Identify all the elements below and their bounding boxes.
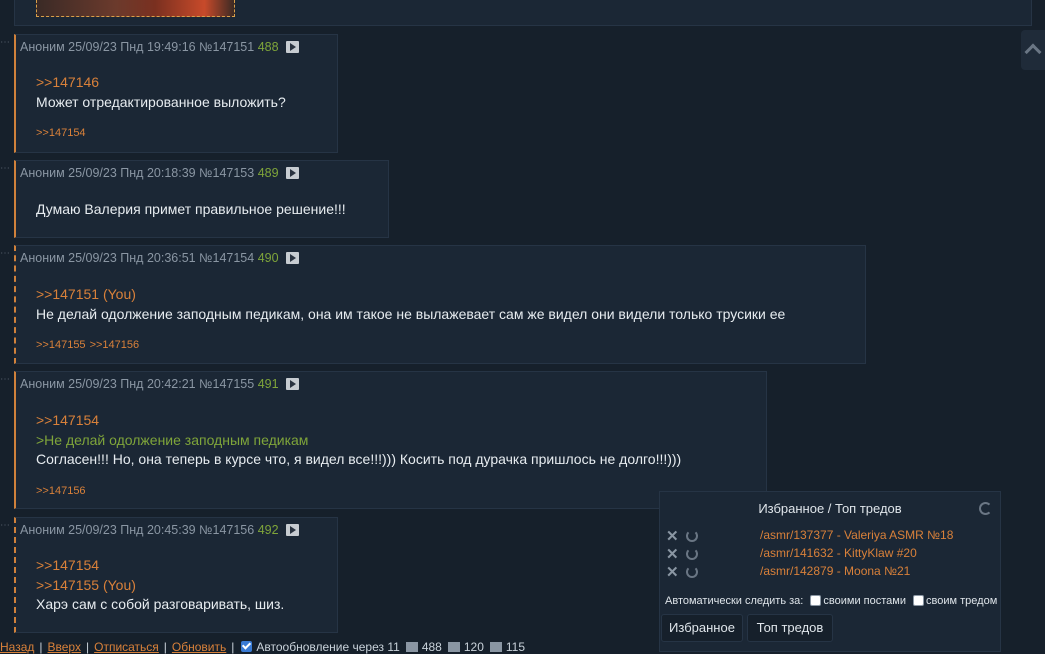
scroll-up-icon[interactable] xyxy=(1021,30,1045,70)
favorite-item: ✕ /asmr/141632 - KittyKlaw #20 xyxy=(666,545,986,563)
post-message: Харэ сам с собой разговаривать, шиз. xyxy=(36,596,285,612)
post-replies: >>147154 xyxy=(36,127,90,139)
post-147154: Аноним 25/09/23 Пнд 20:36:51 №147154 490… xyxy=(14,245,866,364)
post-body: >>147154 >>147155 (You) Харэ сам с собой… xyxy=(36,556,284,615)
post-number: 491 xyxy=(257,377,279,391)
close-icon[interactable]: ✕ xyxy=(666,527,679,545)
refresh-icon[interactable] xyxy=(979,502,992,515)
play-icon[interactable] xyxy=(286,252,300,264)
files-icon xyxy=(447,642,460,652)
post-id[interactable]: №147151 xyxy=(199,40,254,54)
reply-backlink[interactable]: >>147156 xyxy=(90,339,140,351)
reply-link[interactable]: >>147151 (You) xyxy=(36,285,785,305)
post-author: Аноним xyxy=(20,166,65,180)
post-dots-icon: ⋯ xyxy=(0,520,11,531)
post-147155: Аноним 25/09/23 Пнд 20:42:21 №147155 491… xyxy=(14,371,767,509)
close-icon[interactable]: ✕ xyxy=(666,545,679,563)
post-header: Аноним 25/09/23 Пнд 20:36:51 №147154 490 xyxy=(20,251,300,265)
play-icon[interactable] xyxy=(286,524,300,536)
refresh-icon[interactable] xyxy=(686,548,698,560)
post-body: >>147151 (You) Не делай одолжение заподн… xyxy=(36,285,785,324)
post-id[interactable]: №147154 xyxy=(199,251,254,265)
watch-own-posts-label: своими постами xyxy=(823,595,906,607)
post-dots-icon: ⋯ xyxy=(0,248,11,259)
auto-watch-row: Автоматически следить за: своими постами… xyxy=(665,595,997,607)
post-header: Аноним 25/09/23 Пнд 20:42:21 №147155 491 xyxy=(20,377,300,391)
post-number: 489 xyxy=(257,166,279,180)
favorite-item: ✕ /asmr/142879 - Moona №21 xyxy=(666,563,986,581)
reply-backlink[interactable]: >>147154 xyxy=(36,127,86,139)
post-replies: >>147155 >>147156 xyxy=(36,339,143,351)
post-date: 25/09/23 Пнд 19:49:16 xyxy=(68,40,196,54)
tab-top-threads[interactable]: Топ тредов xyxy=(747,614,833,642)
autoupdate-checkbox[interactable] xyxy=(241,641,253,652)
post-body: >>147146 Может отредактированное выложит… xyxy=(36,73,286,112)
play-icon[interactable] xyxy=(286,378,300,390)
users-icon xyxy=(489,642,502,652)
post-body: Думаю Валерия примет правильное решение!… xyxy=(36,200,346,220)
post-id[interactable]: №147155 xyxy=(199,377,254,391)
post-header: Аноним 25/09/23 Пнд 19:49:16 №147151 488 xyxy=(20,40,300,54)
checkbox-icon[interactable] xyxy=(913,595,925,606)
refresh-icon[interactable] xyxy=(686,566,698,578)
post-message: Согласен!!! Но, она теперь в курсе что, … xyxy=(36,451,682,467)
reply-backlink[interactable]: >>147156 xyxy=(36,485,86,497)
favorite-item: ✕ /asmr/137377 - Valeriya ASMR №18 xyxy=(666,527,986,545)
post-date: 25/09/23 Пнд 20:45:39 xyxy=(68,523,196,537)
post-author: Аноним xyxy=(20,40,65,54)
post-author: Аноним xyxy=(20,523,65,537)
post-date: 25/09/23 Пнд 20:18:39 xyxy=(68,166,196,180)
favorite-link[interactable]: /asmr/142879 - Moona №21 xyxy=(760,564,910,578)
favorites-title: Избранное / Топ тредов xyxy=(758,501,902,516)
play-icon[interactable] xyxy=(286,41,300,53)
reply-link[interactable]: >>147154 xyxy=(36,556,284,576)
reply-link[interactable]: >>147146 xyxy=(36,73,286,93)
checkbox-icon[interactable] xyxy=(810,595,822,606)
tab-favorites[interactable]: Избранное xyxy=(661,614,743,642)
post-message: Не делай одолжение заподным педикам, она… xyxy=(36,305,786,322)
post-message: Думаю Валерия примет правильное решение!… xyxy=(36,201,346,217)
watch-own-thread-label: своим тредом xyxy=(926,595,998,607)
post-author: Аноним xyxy=(20,251,65,265)
reply-link[interactable]: >>147155 (You) xyxy=(36,576,284,596)
quote-greentext: >Не делай одолжение заподным педикам xyxy=(36,431,309,448)
post-dots-icon: ⋯ xyxy=(0,37,11,48)
post-number: 490 xyxy=(257,251,279,265)
post-header: Аноним 25/09/23 Пнд 20:45:39 №147156 492 xyxy=(20,523,300,537)
post-id[interactable]: №147156 xyxy=(199,523,254,537)
favorites-panel: Избранное / Топ тредов ✕ /asmr/137377 - … xyxy=(659,491,1001,652)
post-number: 492 xyxy=(257,523,279,537)
play-icon[interactable] xyxy=(286,167,300,179)
post-number: 488 xyxy=(257,40,279,54)
refresh-icon[interactable] xyxy=(686,530,698,542)
post-date: 25/09/23 Пнд 20:42:21 xyxy=(68,377,196,391)
post-date: 25/09/23 Пнд 20:36:51 xyxy=(68,251,196,265)
post-147153: Аноним 25/09/23 Пнд 20:18:39 №147153 489… xyxy=(14,160,389,238)
close-icon[interactable]: ✕ xyxy=(666,563,679,581)
favorite-link[interactable]: /asmr/137377 - Valeriya ASMR №18 xyxy=(760,528,953,542)
previous-post-fragment xyxy=(14,0,1032,26)
post-body: >>147154 >Не делай одолжение заподным пе… xyxy=(36,411,681,470)
reply-link[interactable]: >>147154 xyxy=(36,411,681,431)
post-147151: Аноним 25/09/23 Пнд 19:49:16 №147151 488… xyxy=(14,34,338,153)
reply-backlink[interactable]: >>147155 xyxy=(36,339,86,351)
post-header: Аноним 25/09/23 Пнд 20:18:39 №147153 489 xyxy=(20,166,300,180)
post-image-thumbnail[interactable] xyxy=(36,0,235,17)
favorite-link[interactable]: /asmr/141632 - KittyKlaw #20 xyxy=(760,546,917,560)
post-id[interactable]: №147153 xyxy=(199,166,254,180)
posts-icon xyxy=(405,642,418,652)
auto-watch-label: Автоматически следить за: xyxy=(665,595,804,607)
post-147156: Аноним 25/09/23 Пнд 20:45:39 №147156 492… xyxy=(14,517,338,633)
post-message: Может отредактированное выложить? xyxy=(36,93,286,110)
post-author: Аноним xyxy=(20,377,65,391)
post-replies: >>147156 xyxy=(36,485,90,497)
post-dots-icon: ⋯ xyxy=(0,374,11,385)
post-dots-icon: ⋯ xyxy=(0,163,11,174)
